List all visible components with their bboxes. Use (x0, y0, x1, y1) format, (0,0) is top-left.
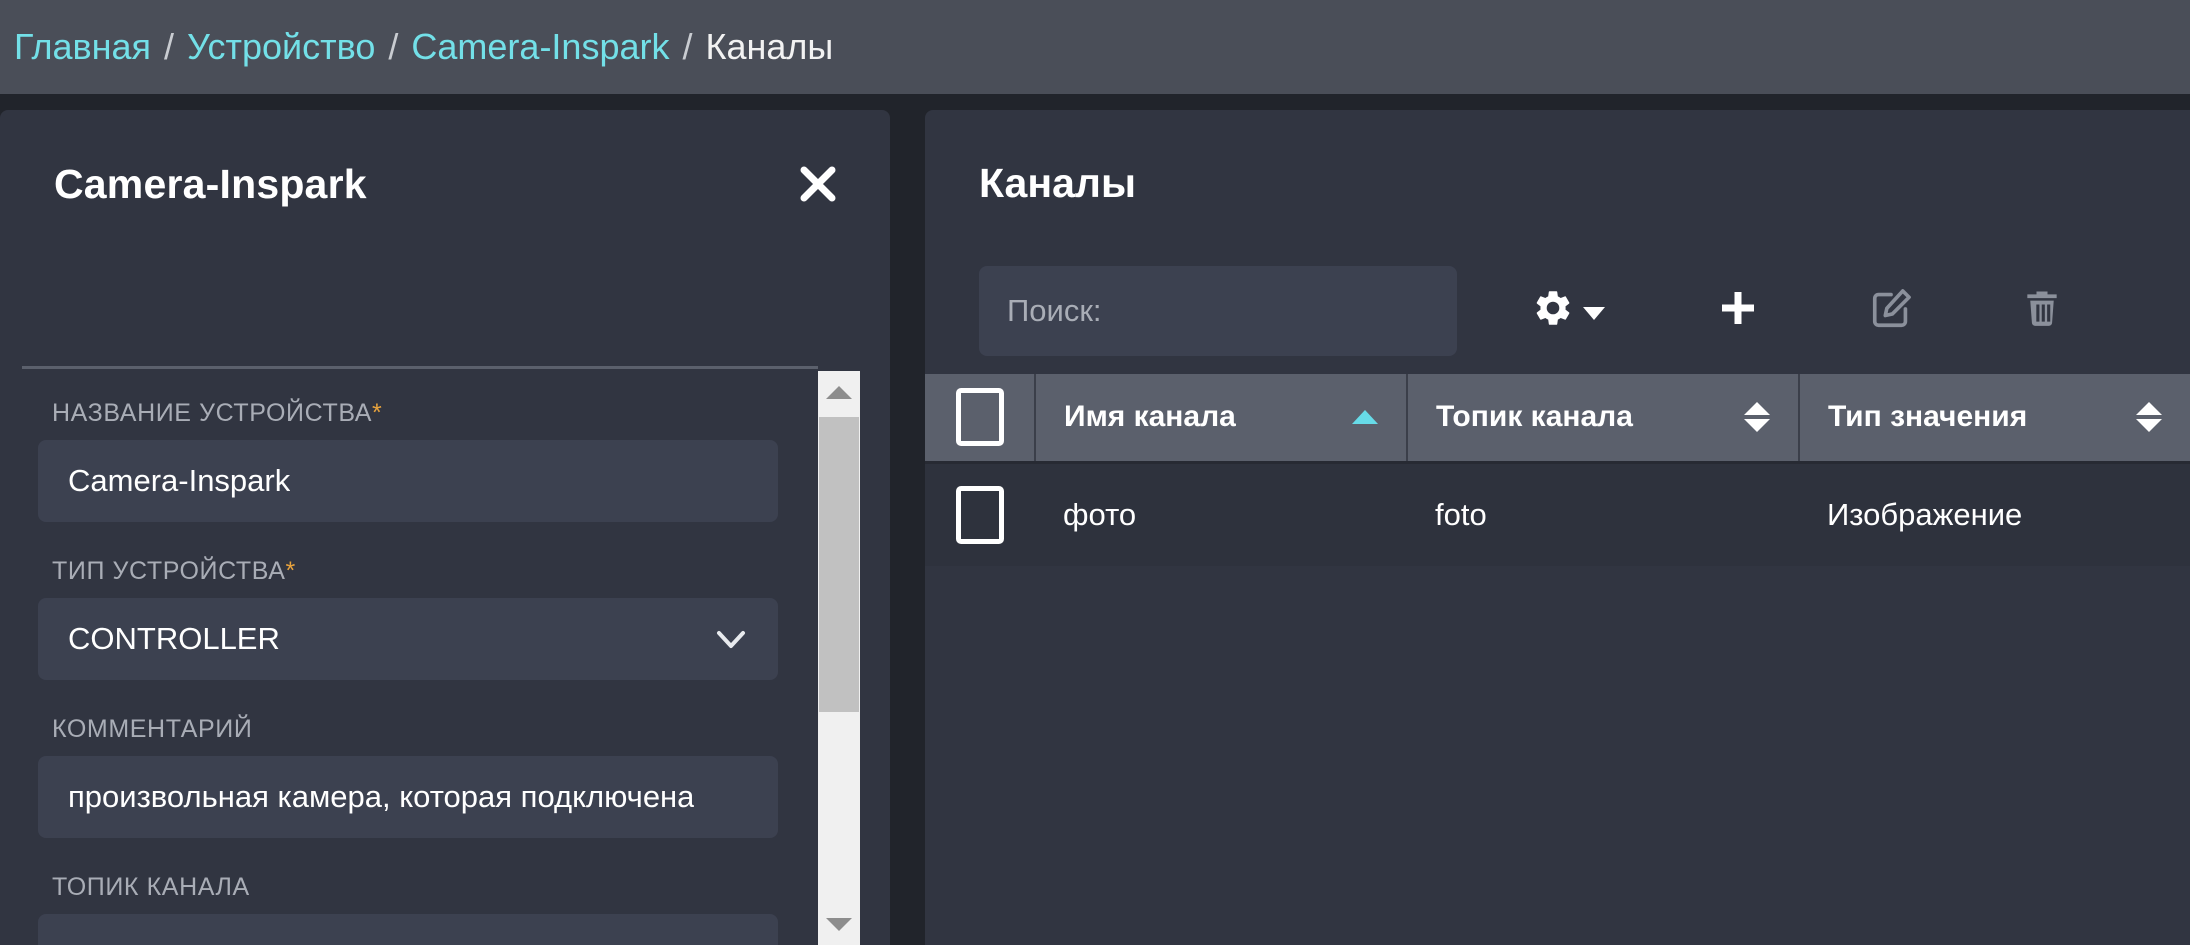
row-checkbox[interactable] (956, 485, 1004, 544)
field-channel-topic-label: ТОПИК КАНАЛА (52, 873, 250, 901)
sort-ascending-icon (1352, 410, 1378, 425)
cell-value-type: Изображение (1799, 462, 2190, 566)
table-row[interactable]: фото foto Изображение (925, 462, 2190, 566)
field-comment-label: КОММЕНТАРИЙ (52, 715, 253, 743)
workspace: Camera-Inspark НАЗВАНИЕ УСТРОЙСТВА* Came… (0, 94, 2190, 945)
top-bar: Главная / Устройство / Camera-Inspark / … (0, 0, 2190, 94)
breadcrumb-item-channels: Каналы (705, 26, 834, 67)
comment-input[interactable]: произвольная камера, которая подключена (38, 756, 778, 838)
form-scrollbar[interactable] (818, 371, 860, 945)
field-device-type: ТИП УСТРОЙСТВА* CONTROLLER (38, 530, 778, 680)
delete-button[interactable] (2020, 266, 2064, 356)
device-panel-title: Camera-Inspark (54, 160, 367, 207)
device-detail-panel: Camera-Inspark НАЗВАНИЕ УСТРОЙСТВА* Came… (0, 110, 890, 945)
comment-value: произвольная камера, которая подключена (68, 779, 695, 814)
device-name-input[interactable]: Camera-Inspark (38, 440, 778, 522)
breadcrumb-separator: / (682, 26, 693, 67)
select-all-checkbox[interactable] (955, 388, 1004, 447)
field-device-type-label: ТИП УСТРОЙСТВА* (38, 530, 778, 598)
chevron-down-icon (712, 620, 754, 658)
field-device-type-label-text: ТИП УСТРОЙСТВА (52, 557, 286, 585)
channel-topic-value: cam (68, 937, 127, 945)
column-header-channel-topic[interactable]: Топик канала (1407, 374, 1800, 464)
edit-pencil-icon (1869, 285, 1915, 336)
breadcrumb: Главная / Устройство / Camera-Inspark / … (14, 29, 833, 65)
field-device-name-label-text: НАЗВАНИЕ УСТРОЙСТВА (52, 399, 373, 427)
close-icon (796, 162, 840, 206)
device-form: НАЗВАНИЕ УСТРОЙСТВА* Camera-Inspark ТИП … (0, 372, 818, 945)
breadcrumb-item-camera-inspark[interactable]: Camera-Inspark (411, 29, 669, 65)
table-header-row: Имя канала Топик канала Тип значения (925, 374, 2190, 464)
cell-channel-topic: foto (1407, 462, 1799, 566)
scroll-down-arrow-icon[interactable] (818, 903, 860, 945)
column-header-channel-name[interactable]: Имя канала (1035, 374, 1408, 464)
close-panel-button[interactable] (786, 152, 850, 216)
column-header-channel-topic-label: Топик канала (1436, 400, 1633, 434)
cell-channel-name: фото (1035, 462, 1407, 566)
channels-table: Имя канала Топик канала Тип значения фот… (925, 374, 2190, 566)
column-header-channel-name-label: Имя канала (1064, 400, 1236, 434)
panel-divider (22, 366, 818, 369)
sort-both-icon (2136, 402, 2162, 433)
device-type-select[interactable]: CONTROLLER (38, 598, 778, 680)
breadcrumb-separator: / (388, 26, 399, 67)
settings-button[interactable] (1532, 266, 1605, 356)
row-select-cell[interactable] (925, 462, 1035, 566)
gear-icon (1532, 287, 1574, 334)
channels-panel: Каналы Поиск: Имя канала Топик канала Ти… (925, 110, 2190, 945)
channel-topic-input[interactable]: cam (38, 914, 778, 945)
breadcrumb-item-device[interactable]: Устройство (187, 29, 375, 65)
field-comment: КОММЕНТАРИЙ произвольная камера, которая… (38, 688, 778, 838)
column-header-value-type[interactable]: Тип значения (1799, 374, 2190, 464)
field-channel-topic: ТОПИК КАНАЛА cam (38, 846, 778, 945)
field-device-name: НАЗВАНИЕ УСТРОЙСТВА* Camera-Inspark (38, 372, 778, 522)
required-marker: * (285, 557, 296, 585)
channels-panel-title: Каналы (979, 160, 1136, 206)
trash-icon (2020, 286, 2064, 335)
plus-icon (1715, 285, 1761, 336)
add-button[interactable] (1715, 266, 1761, 356)
search-input[interactable]: Поиск: (979, 265, 1457, 356)
select-all-header[interactable] (925, 374, 1036, 464)
device-name-value: Camera-Inspark (68, 463, 291, 498)
field-device-name-label: НАЗВАНИЕ УСТРОЙСТВА* (38, 372, 778, 440)
channels-table-header: Имя канала Топик канала Тип значения (925, 374, 2190, 464)
device-type-value: CONTROLLER (68, 621, 280, 656)
channels-table-body: фото foto Изображение (925, 462, 2190, 566)
breadcrumb-separator: / (164, 26, 175, 67)
scrollbar-thumb[interactable] (819, 417, 859, 712)
required-marker: * (372, 399, 383, 427)
column-header-value-type-label: Тип значения (1828, 400, 2028, 434)
search-placeholder: Поиск: (1007, 292, 1102, 328)
scroll-up-arrow-icon[interactable] (818, 371, 860, 413)
channels-toolbar: Поиск: (925, 207, 2190, 357)
device-panel-header: Camera-Inspark (0, 110, 890, 258)
chevron-down-icon (1583, 307, 1605, 320)
sort-both-icon (1744, 402, 1770, 433)
edit-button[interactable] (1869, 266, 1915, 356)
breadcrumb-item-home[interactable]: Главная (14, 29, 151, 65)
